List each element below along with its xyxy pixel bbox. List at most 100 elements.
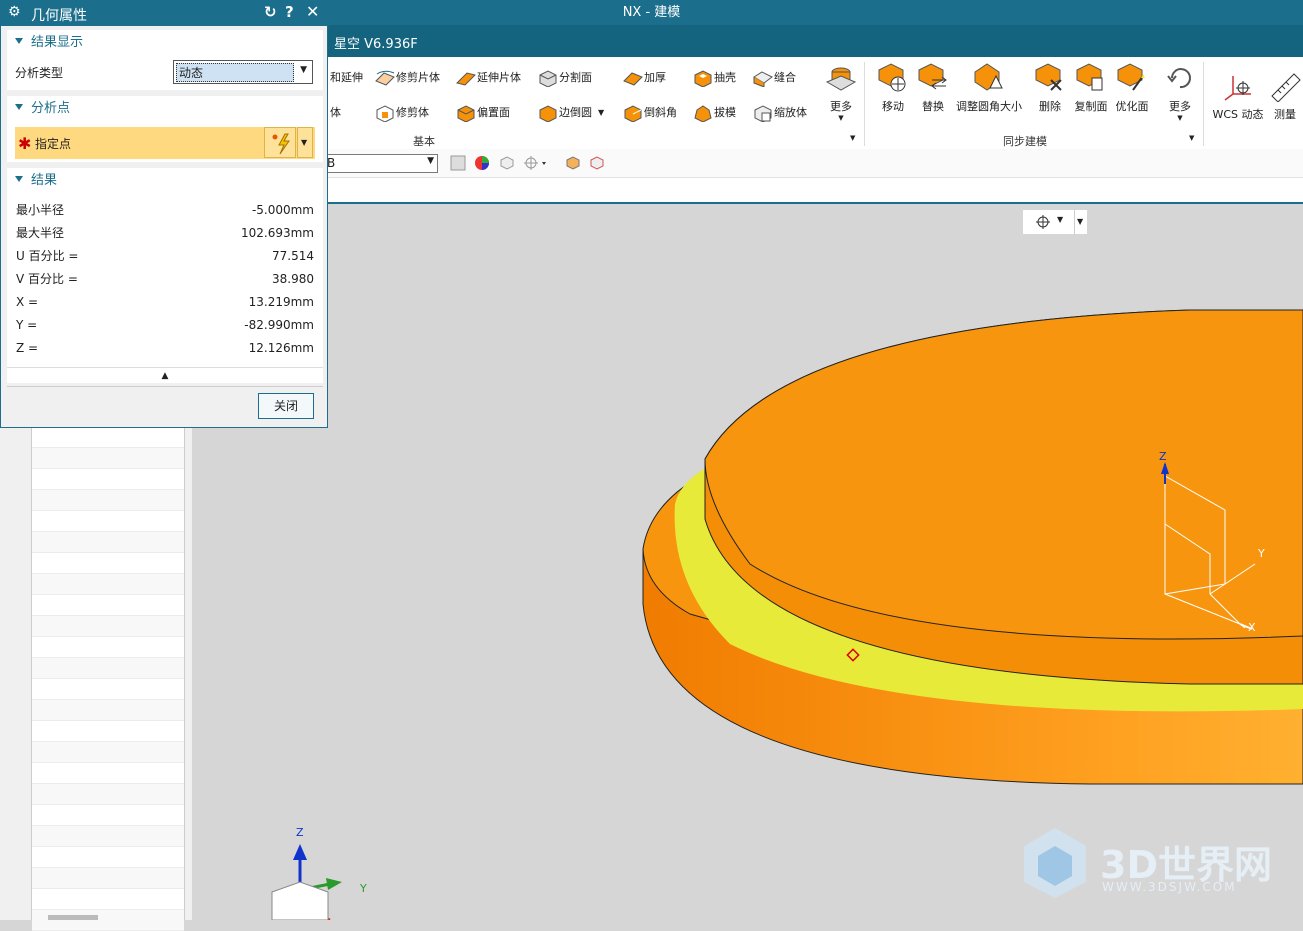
list-item[interactable] <box>32 847 184 868</box>
section-result-display: 结果显示 分析类型 动态 ▼ <box>7 30 323 90</box>
sync-replace-button[interactable]: 替换 <box>913 62 953 114</box>
close-icon[interactable]: ✕ <box>306 2 319 21</box>
ribbon-more-sync[interactable]: 更多 ▼ <box>1162 62 1198 122</box>
gear-icon[interactable]: ⚙ <box>8 4 21 20</box>
ribbon-divide-face[interactable]: 分割面 <box>537 66 592 88</box>
ribbon-more-basic[interactable]: 更多 ▼ <box>823 62 859 122</box>
shaded-icon[interactable] <box>449 154 467 175</box>
close-button[interactable]: 关闭 <box>258 393 314 419</box>
sync-optimize-face-button[interactable]: 优化面 <box>1112 62 1152 114</box>
point-type-dropdown[interactable]: ▼ <box>297 127 313 158</box>
ribbon-scale-body[interactable]: 缩放体 <box>752 101 807 123</box>
section-results: 结果 最小半径 -5.000mm 最大半径 102.693mm U 百分比 = 77.… <box>7 168 323 383</box>
wcs-icon <box>1221 70 1255 104</box>
list-item[interactable] <box>32 763 184 784</box>
list-item[interactable] <box>32 700 184 721</box>
crosshair-icon <box>1036 215 1050 229</box>
ribbon-trim-sheet[interactable]: 修剪片体 <box>374 66 440 88</box>
section-header[interactable]: 分析点 <box>7 96 323 122</box>
shell-icon <box>692 69 712 87</box>
snap-widget[interactable]: ▼ ▼ <box>1023 210 1087 234</box>
analysis-type-label: 分析类型 <box>15 66 64 80</box>
list-item[interactable] <box>32 427 184 448</box>
trim-sheet-icon <box>374 69 395 86</box>
list-item[interactable] <box>32 532 184 553</box>
ribbon-trim-extend[interactable]: 和延伸 <box>330 66 363 88</box>
reset-icon[interactable]: ↻ <box>264 3 277 21</box>
select-dropdown-icon: ▼ <box>427 156 434 166</box>
collapse-less-button[interactable]: ▲ <box>7 367 323 384</box>
ribbon-draft[interactable]: 拔模 <box>692 101 736 123</box>
ribbon-edge-blend[interactable]: 边倒圆 ▼ <box>537 101 604 123</box>
ribbon-body[interactable]: 体 <box>330 101 341 123</box>
snap-extra-dropdown-icon: ▼ <box>1077 217 1084 226</box>
sync-resize-blend-button[interactable]: 调整圆角大小 <box>955 62 1023 114</box>
list-item[interactable] <box>32 868 184 889</box>
ribbon-extend-sheet[interactable]: 延伸片体 <box>455 66 521 88</box>
list-item[interactable] <box>32 595 184 616</box>
analysis-type-select[interactable]: 动态 ▼ <box>173 60 313 84</box>
list-item[interactable] <box>32 553 184 574</box>
dialog-title: 几何属性 <box>31 8 87 24</box>
sew-icon <box>752 69 773 87</box>
render-style-icon[interactable] <box>498 154 516 175</box>
selection-filter-select[interactable]: B ▼ <box>318 154 438 173</box>
list-item[interactable] <box>32 658 184 679</box>
wcs-dynamic-button[interactable]: WCS 动态 <box>1210 70 1266 122</box>
ribbon-shell[interactable]: 抽壳 <box>692 66 736 88</box>
delete-face-icon <box>1033 62 1067 96</box>
list-item[interactable] <box>32 637 184 658</box>
section-header[interactable]: 结果显示 <box>7 30 323 56</box>
dialog-titlebar[interactable]: ⚙ 几何属性 ↻ ? ✕ <box>1 1 329 26</box>
help-icon[interactable]: ? <box>285 3 294 21</box>
chevron-down-icon: ▼ <box>300 65 307 75</box>
chevron-down-icon: ▼ <box>301 138 308 147</box>
list-item[interactable] <box>32 805 184 826</box>
list-item[interactable] <box>32 511 184 532</box>
section-header[interactable]: 结果 <box>7 168 323 194</box>
more-icon <box>824 62 858 96</box>
view-orient-icon[interactable] <box>564 154 582 175</box>
copy-face-icon <box>1074 62 1108 96</box>
view-triad <box>271 844 342 920</box>
list-item[interactable] <box>32 616 184 637</box>
list-item[interactable] <box>32 469 184 490</box>
ribbon-chamfer[interactable]: 倒斜角 <box>622 101 677 123</box>
list-item[interactable] <box>32 742 184 763</box>
list-item[interactable] <box>32 889 184 910</box>
navigator-list[interactable] <box>31 427 185 931</box>
list-item[interactable] <box>32 910 184 931</box>
specify-point-row[interactable]: ✱ 指定点 ▼ <box>15 127 315 159</box>
list-item[interactable] <box>32 721 184 742</box>
edge-blend-dropdown-icon[interactable]: ▼ <box>598 108 604 117</box>
list-item[interactable] <box>32 784 184 805</box>
ribbon-trim-body[interactable]: 修剪体 <box>374 101 429 123</box>
collapse-triangle-icon <box>15 103 23 110</box>
list-item[interactable] <box>32 574 184 595</box>
graphics-viewport[interactable]: Z Y X Z Y ▼ ▼ 3D世界网 WWW.3DSJW.COM <box>190 204 1303 920</box>
point-dialog-button[interactable] <box>264 127 296 158</box>
color-wheel-icon[interactable] <box>473 154 491 175</box>
measure-button[interactable]: 测量 <box>1267 70 1303 122</box>
sync-copy-face-button[interactable]: 复制面 <box>1071 62 1111 114</box>
list-item[interactable] <box>32 826 184 847</box>
result-row-min-radius: 最小半径 -5.000mm <box>16 203 314 217</box>
list-item[interactable] <box>32 490 184 511</box>
list-item[interactable] <box>32 679 184 700</box>
trim-body-icon <box>374 104 394 122</box>
list-item[interactable] <box>32 448 184 469</box>
snap-point-icon[interactable] <box>522 154 548 175</box>
ribbon-offset-face[interactable]: 偏置面 <box>455 101 510 123</box>
more-basic-chevron-icon: ▼ <box>838 114 844 122</box>
geometry-properties-dialog: ⚙ 几何属性 ↻ ? ✕ 结果显示 分析类型 动态 ▼ 分析点 ✱ 指定点 ▼ … <box>0 0 329 428</box>
ribbon-thicken[interactable]: 加厚 <box>622 66 666 88</box>
navigator-scrollbar[interactable] <box>48 915 98 920</box>
ribbon-sew[interactable]: 缝合 <box>752 66 796 88</box>
sync-delete-button[interactable]: 删除 <box>1030 62 1070 114</box>
view-cube-icon[interactable] <box>588 154 606 175</box>
group-sync-expand-icon[interactable]: ▼ <box>1189 134 1194 142</box>
offset-face-icon <box>455 104 475 122</box>
required-asterisk-icon: ✱ <box>18 134 32 153</box>
group-basic-expand-icon[interactable]: ▼ <box>850 134 855 142</box>
sync-move-button[interactable]: 移动 <box>873 62 913 114</box>
